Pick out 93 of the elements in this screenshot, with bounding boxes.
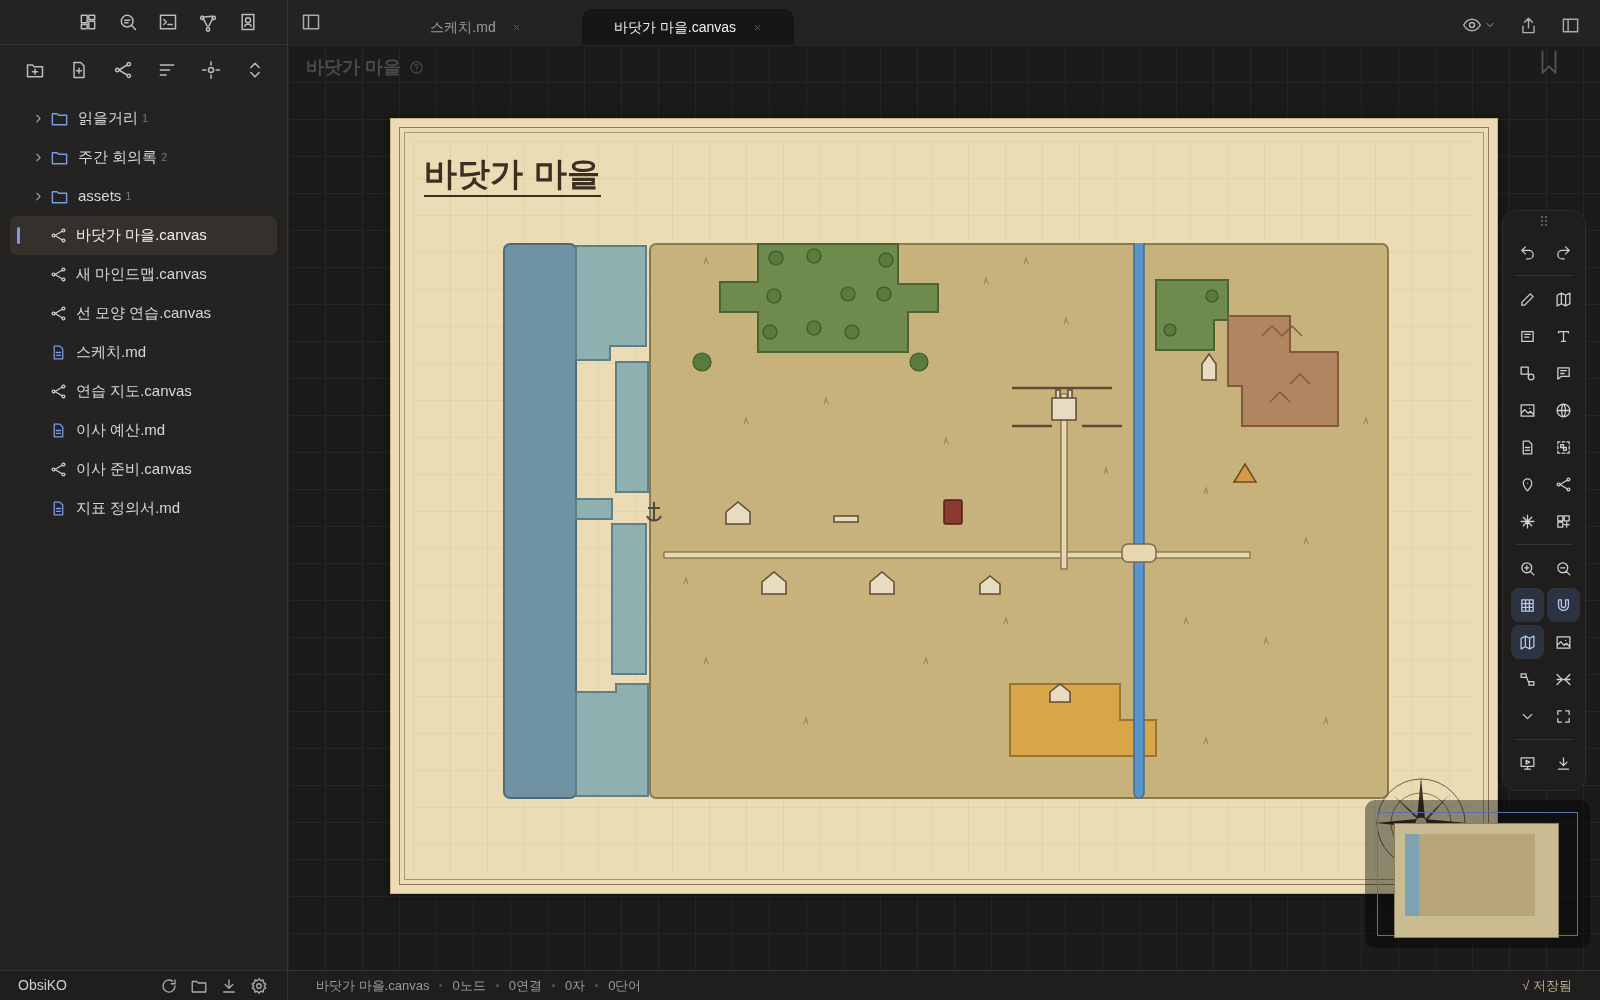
zoom-out-icon bbox=[1555, 559, 1572, 577]
status-item: 0노드 bbox=[452, 976, 486, 995]
folder-item[interactable]: 주간 회의록 2 bbox=[10, 138, 277, 177]
canvas-icon bbox=[50, 461, 67, 478]
layout-icon bbox=[78, 12, 98, 32]
file-item[interactable]: 이사 예산.md bbox=[10, 411, 277, 450]
file-item[interactable]: 바닷가 마을.canvas bbox=[10, 216, 277, 255]
map-icon bbox=[1555, 290, 1572, 308]
canvas-icon bbox=[50, 383, 67, 400]
parchment-node[interactable]: 바닷가 마을 bbox=[390, 118, 1498, 894]
shapes-icon bbox=[1519, 364, 1536, 382]
file-name: 스케치.md bbox=[76, 342, 146, 363]
share-nodes-icon bbox=[1555, 475, 1572, 493]
item-count: 1 bbox=[142, 111, 149, 127]
terminal-icon bbox=[158, 12, 178, 32]
note-bubble-icon bbox=[1555, 364, 1572, 382]
view-mode-button[interactable] bbox=[1462, 15, 1496, 35]
file-item[interactable]: 연습 지도.canvas bbox=[10, 372, 277, 411]
minimap[interactable] bbox=[1365, 800, 1590, 948]
file-item[interactable]: 이사 준비.canvas bbox=[10, 450, 277, 489]
file-name: 연습 지도.canvas bbox=[76, 381, 192, 402]
eye-icon bbox=[1462, 15, 1482, 35]
image-icon bbox=[1519, 401, 1536, 419]
grid-button[interactable] bbox=[1511, 588, 1544, 622]
file-name: 지표 정의서.md bbox=[76, 498, 181, 519]
refresh-icon bbox=[160, 976, 178, 995]
widgets-icon bbox=[1555, 512, 1572, 530]
status-item: 0연결 bbox=[508, 976, 542, 995]
download-icon bbox=[1555, 754, 1572, 772]
search-icon bbox=[118, 12, 138, 32]
grid-icon bbox=[1519, 596, 1536, 614]
map-title: 바닷가 마을 bbox=[424, 154, 601, 197]
file-item[interactable]: 새 마인드맵.canvas bbox=[10, 255, 277, 294]
status-item: 0자 bbox=[564, 976, 586, 995]
new-canvas-icon bbox=[113, 60, 133, 80]
globe-icon bbox=[1555, 401, 1572, 419]
pencil-icon bbox=[1519, 290, 1536, 308]
close-tab-icon bbox=[752, 22, 762, 32]
magnet-button[interactable] bbox=[1547, 588, 1580, 622]
folder-name: assets bbox=[78, 186, 122, 207]
map-button[interactable] bbox=[1511, 625, 1544, 659]
item-count: 2 bbox=[161, 150, 168, 166]
zoom-in-icon bbox=[1519, 559, 1536, 577]
new-canvas-button[interactable] bbox=[112, 59, 134, 81]
image-icon bbox=[1555, 633, 1572, 651]
close-tab-button[interactable] bbox=[752, 22, 763, 32]
settings-button[interactable] bbox=[249, 975, 269, 996]
canvas-icon bbox=[50, 227, 67, 244]
tab-label: 스케치.md bbox=[430, 17, 496, 37]
sidebar-toggle-icon bbox=[301, 12, 321, 32]
sparkle-icon bbox=[1519, 512, 1536, 530]
folder-name: 읽을거리 bbox=[78, 108, 138, 129]
group-icon bbox=[1555, 438, 1572, 456]
magnet-icon bbox=[1555, 596, 1572, 614]
present-icon bbox=[1519, 754, 1536, 772]
map-icon bbox=[1519, 633, 1536, 651]
locate-button[interactable] bbox=[200, 59, 222, 81]
file-name: 새 마인드맵.canvas bbox=[76, 264, 207, 285]
tab[interactable]: 스케치.md bbox=[370, 9, 582, 45]
connect-boxes-icon bbox=[1519, 670, 1536, 688]
fullscreen-icon bbox=[1555, 707, 1572, 725]
file-name: 선 모양 연습.canvas bbox=[76, 303, 212, 324]
drag-handle-icon[interactable] bbox=[1540, 215, 1548, 227]
canvas-icon bbox=[50, 266, 67, 283]
graph-icon bbox=[198, 12, 218, 32]
folder-name: 주간 회의록 bbox=[78, 147, 158, 168]
item-count: 1 bbox=[125, 189, 132, 205]
download-icon bbox=[220, 976, 238, 995]
canvas-icon bbox=[50, 305, 67, 322]
redo-icon bbox=[1555, 243, 1572, 261]
vault-name[interactable]: ObsiKO bbox=[18, 975, 67, 996]
folder-item[interactable]: 읽을거리 1 bbox=[10, 99, 277, 138]
file-name: 이사 준비.canvas bbox=[76, 459, 192, 480]
file-name: 이사 예산.md bbox=[76, 420, 166, 441]
help-icon bbox=[409, 60, 424, 75]
tab-label: 바닷가 마을.canvas bbox=[613, 17, 737, 37]
folder-item[interactable]: assets 1 bbox=[10, 177, 277, 216]
right-sidebar-toggle-button[interactable] bbox=[1560, 15, 1580, 35]
file-item[interactable]: 스케치.md bbox=[10, 333, 277, 372]
undo-icon bbox=[1519, 243, 1536, 261]
tab[interactable]: 바닷가 마을.canvas bbox=[582, 9, 794, 45]
status-item: 바닷가 마을.canvas bbox=[316, 976, 430, 995]
close-tab-icon bbox=[512, 22, 522, 32]
settings-icon bbox=[250, 976, 268, 995]
contact-card-icon bbox=[238, 12, 258, 32]
locate-icon bbox=[201, 60, 221, 80]
file-item[interactable]: 선 모양 연습.canvas bbox=[10, 294, 277, 333]
status-item: 0단어 bbox=[608, 976, 642, 995]
saved-status: √ 저장됨 bbox=[1522, 976, 1572, 995]
file-item[interactable]: 지표 정의서.md bbox=[10, 489, 277, 528]
active-indicator bbox=[17, 227, 20, 244]
right-sidebar-toggle-icon bbox=[1560, 15, 1580, 35]
file-name: 바닷가 마을.canvas bbox=[76, 225, 207, 246]
